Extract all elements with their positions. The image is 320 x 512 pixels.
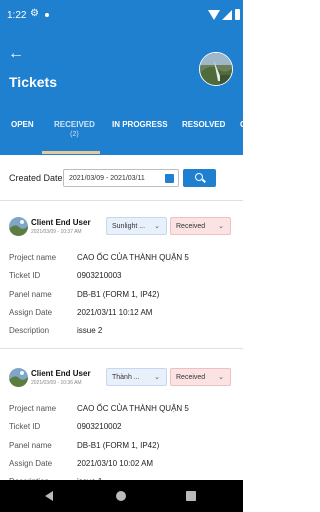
user-name: Client End User — [31, 218, 91, 227]
user-avatar — [9, 217, 28, 236]
tab-received[interactable]: RECEIVED (2) — [54, 120, 95, 138]
battery-icon — [235, 9, 240, 20]
chevron-down-icon: ⌄ — [218, 374, 224, 381]
panel-name-label: Panel name — [9, 290, 52, 299]
nav-recents-icon[interactable] — [186, 491, 196, 501]
panel-dropdown-value: Sunlight ... — [112, 223, 146, 230]
ticket-id-label: Ticket ID — [9, 271, 41, 280]
notification-dot-icon — [45, 13, 49, 17]
status-bar: 1:22 ⚙ — [0, 0, 243, 32]
tab-label: C — [240, 120, 246, 129]
nav-back-icon[interactable] — [45, 491, 53, 501]
assign-date-value: 2021/03/10 10:02 AM — [77, 459, 154, 468]
user-name: Client End User — [31, 369, 91, 378]
status-dropdown[interactable]: Received ⌄ — [170, 217, 231, 235]
project-name-label: Project name — [9, 404, 57, 413]
tab-resolved[interactable]: RESOLVED — [182, 120, 225, 129]
status-time: 1:22 — [7, 10, 27, 21]
panel-dropdown-value: Thành ... — [112, 374, 140, 381]
tab-count: (2) — [70, 131, 79, 138]
user-avatar — [9, 368, 28, 387]
description-label: Description — [9, 326, 50, 335]
settings-icon: ⚙ — [30, 8, 39, 19]
user-time: 2021/03/09 - 10:37 AM — [31, 229, 82, 235]
nav-home-icon[interactable] — [116, 491, 126, 501]
project-name-value: CAO ỐC CỦA THÀNH QUẬN 5 — [77, 404, 189, 413]
description-value: issue 2 — [77, 326, 103, 335]
calendar-icon[interactable] — [165, 174, 174, 183]
tab-in-progress[interactable]: IN PROGRESS — [112, 120, 168, 129]
active-tab-indicator — [42, 151, 100, 154]
user-time: 2021/03/09 - 10:36 AM — [31, 380, 82, 386]
chevron-down-icon: ⌄ — [218, 223, 224, 230]
status-dropdown-value: Received — [176, 223, 206, 230]
ticket-id-value: 0903210002 — [77, 422, 122, 431]
chevron-down-icon: ⌄ — [154, 223, 160, 230]
search-button[interactable] — [183, 169, 216, 187]
page-title: Tickets — [9, 74, 57, 90]
project-name-value: CAO ỐC CỦA THÀNH QUẬN 5 — [77, 253, 189, 262]
ticket-tabs: OPEN RECEIVED (2) IN PROGRESS RESOLVED C — [0, 100, 246, 155]
app-bar: ← Tickets — [0, 32, 243, 100]
tab-label: RESOLVED — [182, 120, 226, 129]
panel-name-value: DB-B1 (FORM 1, IP42) — [77, 441, 160, 450]
wifi-icon — [208, 10, 220, 20]
ticket-id-value: 0903210003 — [77, 271, 122, 280]
date-range-field[interactable]: 2021/03/09 - 2021/03/11 — [63, 169, 179, 187]
tab-label: OPEN — [11, 120, 34, 129]
back-arrow-icon[interactable]: ← — [8, 46, 24, 62]
project-name-label: Project name — [9, 253, 57, 262]
panel-name-value: DB-B1 (FORM 1, IP42) — [77, 290, 160, 299]
search-icon-handle — [202, 178, 206, 183]
tab-open[interactable]: OPEN — [11, 120, 34, 129]
date-range-value: 2021/03/09 - 2021/03/11 — [69, 175, 145, 182]
system-nav-bar — [0, 480, 243, 512]
profile-avatar[interactable] — [199, 52, 233, 86]
tab-label: RECEIVED — [54, 120, 95, 129]
status-dropdown[interactable]: Received ⌄ — [170, 368, 231, 386]
assign-date-label: Assign Date — [9, 308, 53, 317]
created-date-label: Created Date — [9, 173, 63, 183]
assign-date-label: Assign Date — [9, 459, 53, 468]
panel-dropdown[interactable]: Thành ... ⌄ — [106, 368, 167, 386]
tab-label: IN PROGRESS — [112, 120, 168, 129]
tab-partial[interactable]: C — [240, 120, 246, 129]
assign-date-value: 2021/03/11 10:12 AM — [77, 308, 153, 317]
divider — [0, 200, 243, 201]
signal-icon — [222, 10, 232, 20]
divider — [0, 348, 243, 349]
chevron-down-icon: ⌄ — [154, 374, 160, 381]
panel-dropdown[interactable]: Sunlight ... ⌄ — [106, 217, 167, 235]
status-dropdown-value: Received — [176, 374, 206, 381]
ticket-id-label: Ticket ID — [9, 422, 41, 431]
panel-name-label: Panel name — [9, 441, 52, 450]
